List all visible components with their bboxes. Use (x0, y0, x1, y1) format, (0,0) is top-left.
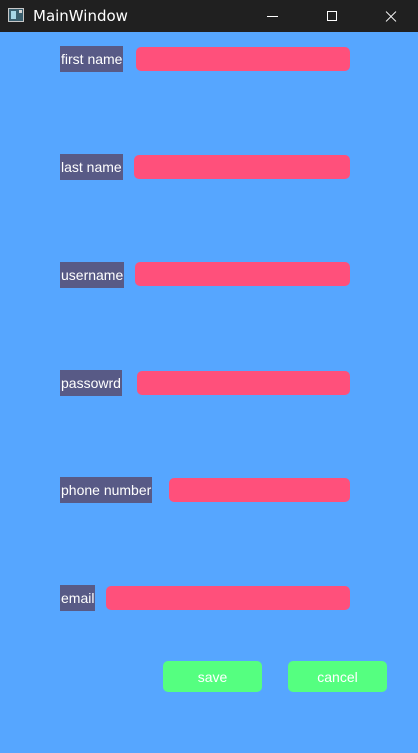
maximize-button[interactable] (309, 0, 355, 32)
title-bar[interactable]: MainWindow (0, 0, 418, 32)
maximize-icon (327, 11, 337, 21)
username-label: username (60, 262, 125, 288)
email-input[interactable] (106, 586, 350, 610)
minimize-button[interactable] (249, 0, 295, 32)
close-button[interactable] (368, 0, 414, 32)
window-title: MainWindow (33, 7, 128, 25)
app-window-icon (8, 8, 24, 22)
cancel-button[interactable]: cancel (288, 661, 387, 692)
close-icon (384, 9, 398, 23)
last-name-input[interactable] (134, 155, 350, 179)
minimize-icon (266, 15, 278, 17)
first-name-label: first name (60, 46, 124, 72)
first-name-input[interactable] (136, 47, 350, 71)
save-button[interactable]: save (163, 661, 262, 692)
phone-number-input[interactable] (169, 478, 350, 502)
phone-number-label: phone number (60, 477, 153, 503)
password-input[interactable] (137, 371, 350, 395)
username-input[interactable] (135, 262, 350, 286)
password-label: passowrd (60, 370, 122, 396)
email-label: email (60, 585, 96, 611)
last-name-label: last name (60, 154, 123, 180)
